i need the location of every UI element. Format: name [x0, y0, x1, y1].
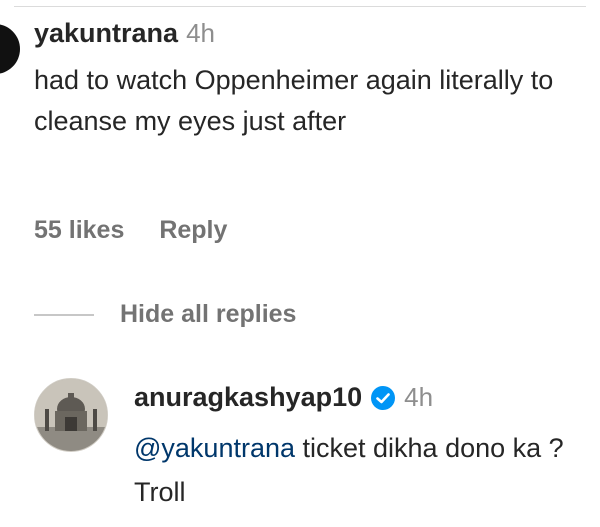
verified-badge-icon — [370, 385, 396, 411]
hide-all-replies-button[interactable]: Hide all replies — [120, 300, 296, 329]
reply-username[interactable]: anuragkashyap10 — [134, 382, 362, 413]
hide-replies-row[interactable]: Hide all replies — [34, 300, 296, 329]
comment-text: had to watch Oppenheimer again literally… — [34, 65, 554, 136]
reply-avatar[interactable] — [34, 378, 108, 452]
comment-header: yakuntrana 4h — [34, 18, 215, 49]
comment-time: 4h — [186, 18, 215, 48]
reply-time: 4h — [404, 382, 434, 412]
commenter-avatar[interactable] — [0, 24, 20, 74]
monument-avatar-image — [35, 379, 107, 451]
reply-header: anuragkashyap10 4h — [134, 382, 433, 413]
top-divider — [14, 6, 586, 7]
comment-username[interactable]: yakuntrana — [34, 18, 178, 48]
replies-divider-line — [34, 313, 94, 316]
comment-actions: 55 likes Reply — [34, 216, 255, 245]
mention-link[interactable]: @yakuntrana — [134, 433, 295, 463]
reply-text: @yakuntrana ticket dikha dono ka ? Troll — [134, 426, 564, 514]
likes-count[interactable]: 55 likes — [34, 216, 124, 244]
reply-button[interactable]: Reply — [159, 216, 227, 244]
